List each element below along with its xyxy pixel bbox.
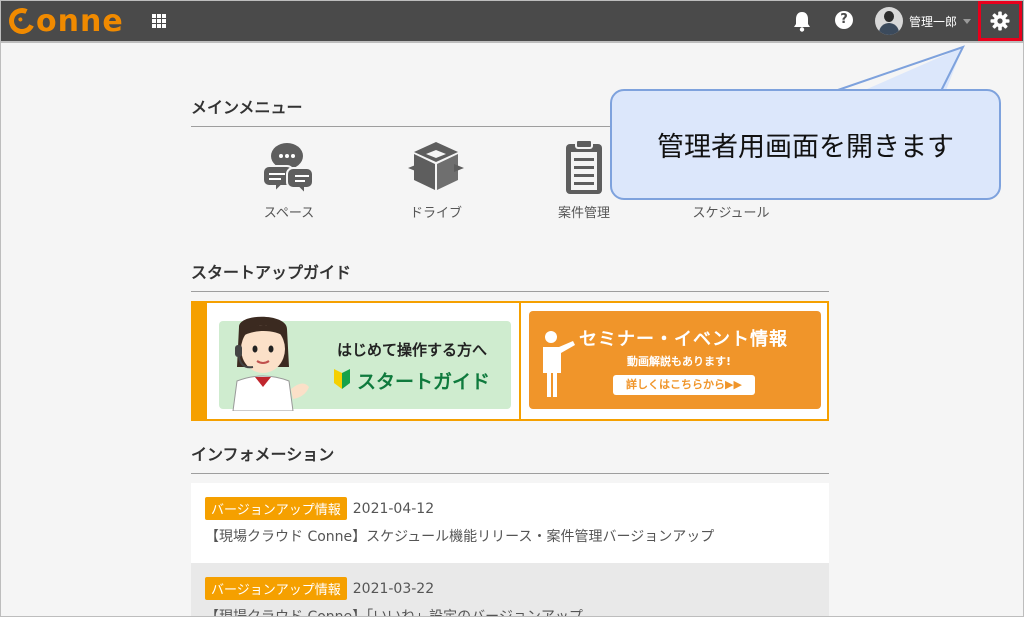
callout-text: 管理者用画面を開きます (657, 132, 954, 163)
news-date: 2021-03-22 (352, 580, 435, 597)
app-window: onne ? 管理一郎 メインメニュー スペース ドライブ 案件管理 スケジュー… (0, 0, 1024, 617)
start-guide-line2: スタートガイド (357, 371, 491, 393)
user-menu[interactable]: 管理一郎 (875, 7, 972, 35)
menu-item-space[interactable]: スペース (239, 138, 339, 221)
news-date: 2021-04-12 (352, 500, 435, 517)
menu-item-drive[interactable]: ドライブ (386, 138, 486, 221)
news-tag: バージョンアップ情報 (205, 577, 347, 600)
chevron-down-icon (963, 18, 972, 24)
presenter-icon (543, 331, 575, 397)
startup-banners: はじめて操作する方へ スタートガイド セミナー・イベント情報 動画解説もあります… (191, 301, 829, 421)
seminar-event-banner[interactable]: セミナー・イベント情報 動画解説もあります! 詳しくはこちらから▶▶ (529, 311, 821, 409)
start-guide-line1: はじめて操作する方へ (337, 341, 488, 359)
news-tag: バージョンアップ情報 (205, 497, 347, 520)
news-item[interactable]: バージョンアップ情報 2021-03-22 【現場クラウド Conne】「いいね… (191, 563, 829, 617)
news-item[interactable]: バージョンアップ情報 2021-04-12 【現場クラウド Conne】スケジュ… (191, 483, 829, 563)
information-title: インフォメーション (191, 441, 829, 474)
seminar-details-button[interactable]: 詳しくはこちらから▶▶ (613, 375, 755, 395)
news-text: 【現場クラウド Conne】スケジュール機能リリース・案件管理バージョンアップ (205, 529, 715, 545)
menu-label-projects: 案件管理 (557, 206, 610, 221)
bell-icon[interactable] (792, 10, 812, 32)
user-name: 管理一郎 (909, 14, 958, 29)
seminar-title: セミナー・イベント情報 (579, 329, 788, 350)
clipboard-icon (566, 139, 602, 194)
top-navigation-bar: onne ? 管理一郎 (1, 1, 1023, 43)
conne-logo[interactable]: onne (5, 3, 124, 39)
start-guide-panel: はじめて操作する方へ スタートガイド (219, 316, 511, 411)
logo-c-mark (5, 4, 39, 38)
chat-bubbles-icon (262, 143, 314, 197)
help-icon[interactable]: ? (835, 11, 853, 29)
apps-grid-icon[interactable] (152, 14, 166, 28)
menu-label-schedule: スケジュール (692, 206, 770, 221)
box-drive-icon (408, 142, 464, 190)
beginner-mark-icon (334, 369, 350, 389)
information-header: インフォメーション (191, 441, 829, 474)
banner-divider (519, 303, 521, 419)
information-list: バージョンアップ情報 2021-04-12 【現場クラウド Conne】スケジュ… (191, 483, 829, 617)
avatar (875, 7, 903, 35)
news-text: 【現場クラウド Conne】「いいね」設定のバージョンアップ (205, 609, 583, 617)
support-girl-illustration (232, 316, 309, 411)
menu-label-drive: ドライブ (409, 206, 462, 221)
seminar-subtitle: 動画解説もあります! (627, 355, 732, 368)
gear-icon (990, 11, 1010, 31)
start-guide-banner[interactable]: はじめて操作する方へ スタートガイド (193, 303, 519, 419)
admin-callout: 管理者用画面を開きます (610, 89, 1001, 200)
admin-settings-button[interactable] (978, 1, 1022, 41)
logo-text: onne (36, 3, 124, 39)
startup-guide-header: スタートアップガイド (191, 259, 829, 292)
startup-guide-title: スタートアップガイド (191, 259, 829, 292)
menu-label-space: スペース (263, 206, 315, 221)
